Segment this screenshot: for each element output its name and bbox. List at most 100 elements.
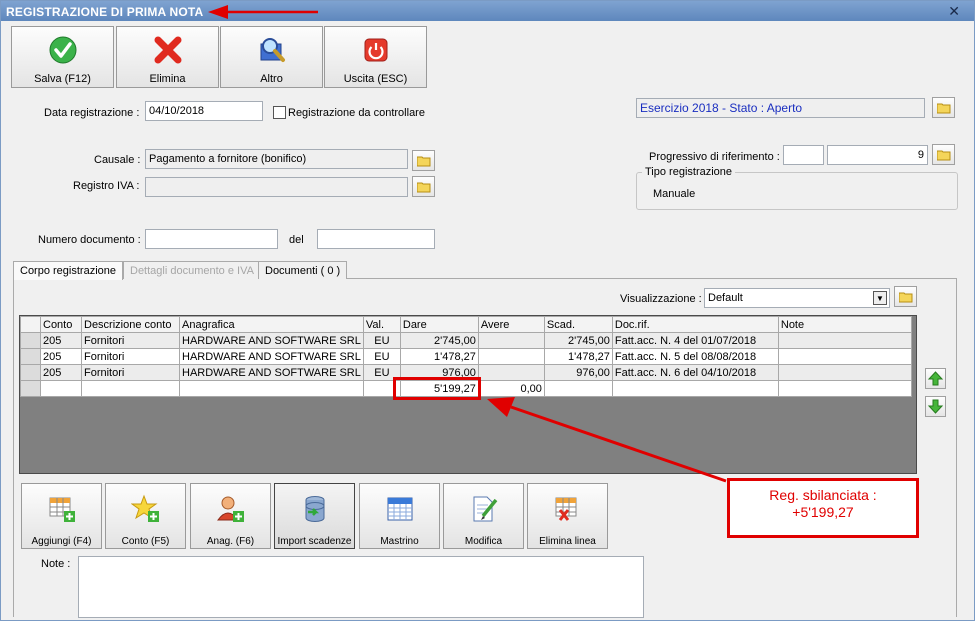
tipo-registrazione-value: Manuale [653,188,696,200]
col-header[interactable]: Dare [399,316,479,333]
esercizio-folder-button[interactable] [932,97,955,118]
cell[interactable]: 205 [40,332,82,349]
cell[interactable] [777,332,912,349]
numero-documento-field[interactable] [145,229,278,249]
col-header[interactable]: Anagrafica [179,316,364,333]
tab-dettagli-documento[interactable]: Dettagli documento e IVA [123,261,261,279]
grid-add-icon [49,497,75,522]
delete-button[interactable]: Elimina [116,26,219,88]
cell[interactable]: Fatt.acc. N. 5 del 08/08/2018 [611,348,779,365]
cell[interactable]: HARDWARE AND SOFTWARE SRL [179,364,364,381]
col-header[interactable]: Scad. [543,316,613,333]
cell[interactable]: HARDWARE AND SOFTWARE SRL [179,332,364,349]
causale-field[interactable]: Pagamento a fornitore (bonifico) [145,149,408,169]
row-selector[interactable] [20,364,41,381]
arrow-down-icon [927,399,944,414]
col-header[interactable]: Note [777,316,912,333]
save-button[interactable]: Salva (F12) [11,26,114,88]
row-selector[interactable] [20,348,41,365]
cell[interactable]: 2'745,00 [543,332,613,349]
folder-icon [899,292,913,303]
add-account-button[interactable]: Conto (F5) [105,483,186,549]
title-bar: REGISTRAZIONE DI PRIMA NOTA ✕ [1,1,974,21]
other-button[interactable]: Altro [220,26,323,88]
progressivo-field-a[interactable] [783,145,824,165]
cell[interactable]: Fornitori [81,332,180,349]
database-import-icon [305,496,325,522]
add-row-button[interactable]: Aggiungi (F4) [21,483,102,549]
progressivo-label: Progressivo di riferimento : [649,151,780,163]
to-check-checkbox[interactable] [273,106,286,119]
cell[interactable] [477,348,545,365]
cell[interactable]: 976,00 [543,364,613,381]
add-row-label: Aggiungi (F4) [31,536,92,547]
add-registry-button[interactable]: Anag. (F6) [190,483,271,549]
col-header[interactable]: Descrizione conto [81,316,180,333]
cell [179,380,364,397]
note-textarea[interactable] [78,556,644,618]
chevron-down-icon[interactable]: ▼ [873,291,887,305]
registro-iva-field[interactable] [145,177,408,197]
cell[interactable] [777,348,912,365]
cell[interactable] [477,364,545,381]
tab-documenti[interactable]: Documenti ( 0 ) [258,261,348,279]
cell[interactable] [777,364,912,381]
progressivo-field-b[interactable]: 9 [827,145,928,165]
cell[interactable]: Fornitori [81,364,180,381]
import-due-dates-button[interactable]: Import scadenze [274,483,355,549]
table-header-row: Conto Descrizione conto Anagrafica Val. … [20,316,912,333]
folder-icon [417,182,431,193]
user-add-icon [217,496,244,522]
delete-line-button[interactable]: Elimina linea [527,483,608,549]
row-selector [20,380,41,397]
table-row[interactable]: 205 Fornitori HARDWARE AND SOFTWARE SRL … [20,348,912,365]
date-label: Data registrazione : [44,107,140,119]
cell[interactable]: Fatt.acc. N. 4 del 01/07/2018 [611,332,779,349]
progressivo-folder-button[interactable] [932,144,955,165]
exit-button[interactable]: Uscita (ESC) [324,26,427,88]
delete-line-label: Elimina linea [539,536,596,547]
grid-delete-icon [555,497,577,521]
del-date-field[interactable] [317,229,435,249]
close-icon[interactable]: ✕ [948,3,960,20]
callout-line-1: Reg. sbilanciata : [769,487,877,503]
registro-iva-label: Registro IVA : [73,180,140,192]
cell[interactable]: 205 [40,364,82,381]
main-window: REGISTRAZIONE DI PRIMA NOTA ✕ Salva (F12… [0,0,975,621]
registro-iva-folder-button[interactable] [412,176,435,197]
cell[interactable]: 205 [40,348,82,365]
cell[interactable]: Fornitori [81,348,180,365]
row-selector[interactable] [20,332,41,349]
cell[interactable]: HARDWARE AND SOFTWARE SRL [179,348,364,365]
col-header[interactable]: Conto [40,316,82,333]
cell [777,380,912,397]
col-header[interactable]: Doc.rif. [611,316,779,333]
cell[interactable] [477,332,545,349]
total-highlight-box [393,377,481,400]
tab-corpo-registrazione[interactable]: Corpo registrazione [13,261,123,280]
col-header[interactable]: Avere [477,316,545,333]
table-row[interactable]: 205 Fornitori HARDWARE AND SOFTWARE SRL … [20,332,912,349]
col-header[interactable]: Val. [362,316,401,333]
cell[interactable]: 1'478,27 [399,348,479,365]
other-label: Altro [260,73,283,85]
callout-line-2: +5'199,27 [792,504,854,520]
cell [81,380,180,397]
folder-icon [937,150,951,161]
cell[interactable]: EU [362,332,401,349]
ledger-button[interactable]: Mastrino [359,483,440,549]
folder-icon [937,103,951,114]
visualizzazione-select[interactable]: Default ▼ [704,288,890,308]
cell[interactable]: 1'478,27 [543,348,613,365]
cell[interactable]: EU [362,348,401,365]
delete-label: Elimina [149,73,186,85]
move-up-button[interactable] [925,368,946,389]
edit-button[interactable]: Modifica [443,483,524,549]
cell[interactable]: 2'745,00 [399,332,479,349]
note-label: Note : [41,558,71,570]
visualizzazione-folder-button[interactable] [894,286,917,307]
move-down-button[interactable] [925,396,946,417]
causale-folder-button[interactable] [412,150,435,171]
cell[interactable]: Fatt.acc. N. 6 del 04/10/2018 [611,364,779,381]
date-field[interactable]: 04/10/2018 [145,101,263,121]
